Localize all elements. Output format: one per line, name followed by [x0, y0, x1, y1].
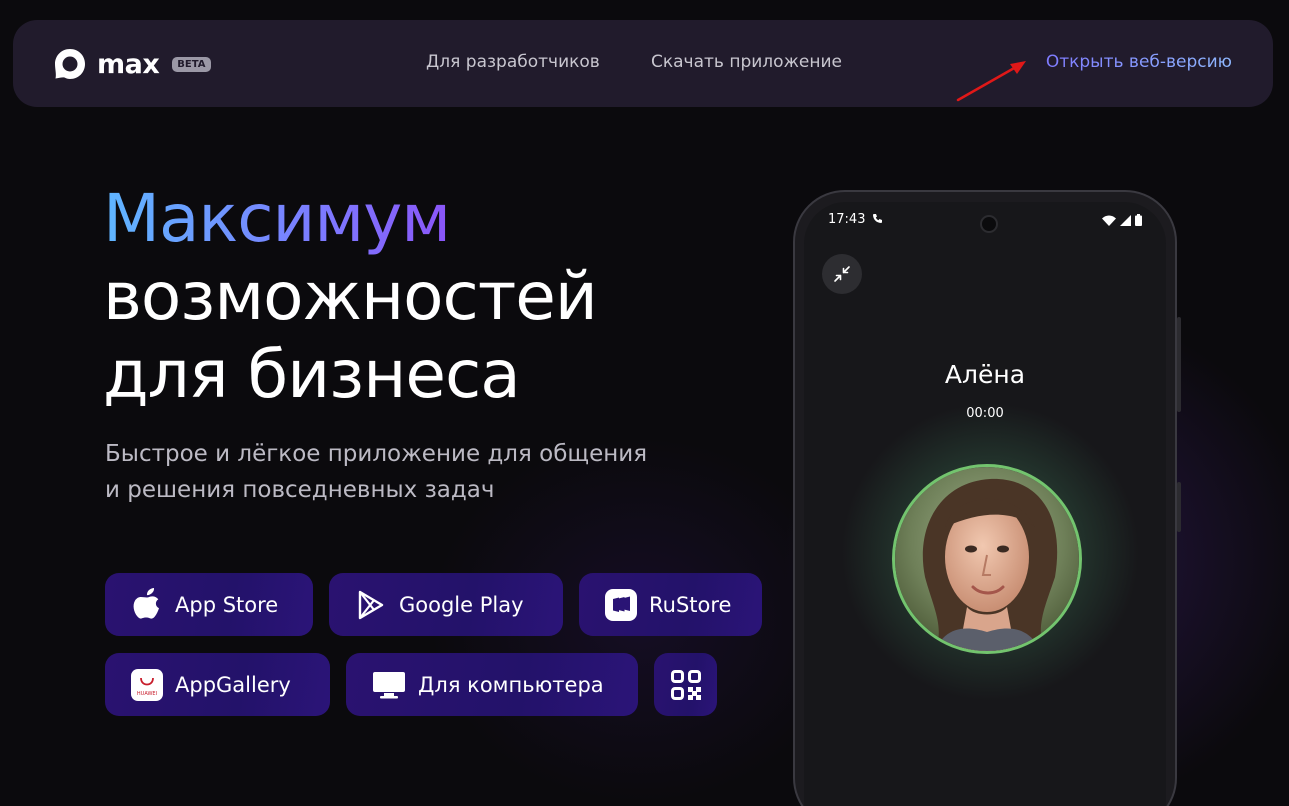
signal-icon	[1120, 214, 1131, 226]
landing-page: max BETA Для разработчиков Скачать прило…	[0, 0, 1289, 806]
app-store-button[interactable]: App Store	[105, 573, 313, 636]
google-play-icon	[358, 590, 384, 619]
rustore-label: RuStore	[649, 592, 732, 617]
headline-line-2: возможностей	[103, 258, 598, 335]
hero-headline: Максимум возможностей для бизнеса	[103, 180, 598, 414]
logo[interactable]: max BETA	[53, 47, 211, 81]
minimize-call-button[interactable]	[822, 254, 862, 294]
headline-accent: Максимум	[103, 180, 597, 258]
caller-avatar	[892, 464, 1082, 654]
subtitle-line-2: и решения повседневных задач	[105, 477, 495, 503]
status-time: 17:43	[828, 212, 866, 227]
nav-link-web-version[interactable]: Открыть веб-версию	[1046, 52, 1232, 72]
phone-side-button	[1177, 482, 1181, 532]
site-header: max BETA Для разработчиков Скачать прило…	[13, 20, 1273, 107]
battery-icon	[1135, 214, 1142, 226]
status-icons	[1102, 214, 1142, 226]
qr-code-icon	[670, 669, 701, 700]
headline-line-3: для бизнеса	[103, 336, 521, 413]
minimize-icon	[834, 266, 850, 282]
nav-link-developers[interactable]: Для разработчиков	[426, 52, 600, 72]
wifi-icon	[1102, 215, 1116, 226]
google-play-label: Google Play	[399, 592, 524, 617]
beta-badge: BETA	[172, 56, 211, 72]
desktop-download-button[interactable]: Для компьютера	[346, 653, 638, 716]
rustore-button[interactable]: RuStore	[579, 573, 762, 636]
caller-photo	[895, 467, 1079, 651]
desktop-download-label: Для компьютера	[418, 672, 604, 697]
phone-screen: 17:43 Алёна 00:00	[804, 202, 1166, 806]
hero-subtitle: Быстрое и лёгкое приложение для общения …	[105, 436, 725, 508]
app-gallery-button[interactable]: HUAWEI AppGallery	[105, 653, 330, 716]
phone-side-button	[1177, 317, 1181, 412]
apple-icon	[133, 587, 159, 619]
logo-text: max	[97, 48, 160, 80]
subtitle-line-1: Быстрое и лёгкое приложение для общения	[105, 441, 648, 467]
annotation-arrow	[956, 61, 1026, 102]
front-camera	[980, 215, 998, 233]
app-gallery-label: AppGallery	[175, 672, 291, 697]
phone-call-icon	[873, 214, 882, 223]
qr-code-button[interactable]	[654, 653, 717, 716]
call-timer: 00:00	[966, 406, 1004, 421]
rustore-icon	[605, 588, 637, 621]
svg-text:HUAWEI: HUAWEI	[137, 691, 157, 697]
logo-mark-icon	[55, 49, 85, 79]
google-play-button[interactable]: Google Play	[329, 573, 563, 636]
huawei-icon: HUAWEI	[131, 668, 163, 701]
app-store-label: App Store	[175, 592, 279, 617]
nav-link-download[interactable]: Скачать приложение	[651, 52, 842, 72]
caller-name: Алёна	[944, 360, 1026, 389]
phone-mockup: 17:43 Алёна 00:00	[793, 190, 1181, 806]
monitor-icon	[373, 671, 405, 698]
